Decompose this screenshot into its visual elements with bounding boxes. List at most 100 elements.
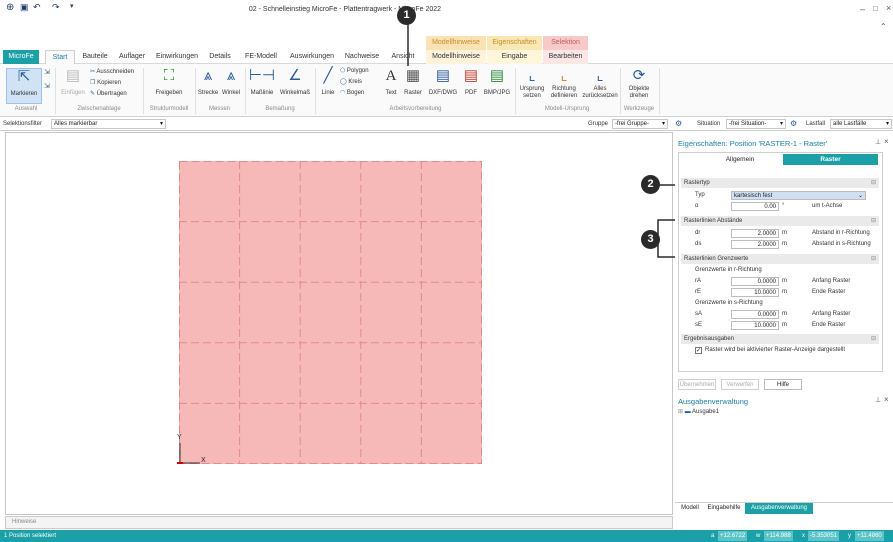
minimize-icon[interactable]: – — [860, 4, 865, 14]
bmp-jpg-button[interactable]: ▤ BMP/JPG — [482, 68, 512, 97]
lastfall-combo[interactable]: alle Lastfälle ▾ — [830, 119, 892, 129]
callout-1-line — [407, 24, 409, 66]
ausschneiden-label: Ausschneiden — [96, 69, 135, 75]
pin-icon[interactable]: ⊥ — [875, 396, 881, 404]
collapse-icon[interactable]: ⊟ — [871, 178, 876, 188]
section-abstaende[interactable]: Rasterlinien Abstände ⊟ — [681, 216, 879, 226]
context-group-modellhinweise: Modellhinweise — [426, 36, 486, 50]
tab-bearbeiten[interactable]: Bearbeiten — [543, 50, 588, 64]
objekte-drehen-label: Objekte drehen — [628, 86, 650, 99]
selektionsfilter-combo[interactable]: Alles markierbar ▾ — [51, 119, 166, 129]
uebernehmen-button[interactable]: Übernehmen — [678, 379, 716, 390]
winkel-button[interactable]: ⩓ Winkel — [220, 68, 242, 97]
tab-modell[interactable]: Modell — [677, 503, 703, 514]
se-label: sE — [695, 322, 703, 328]
close-icon[interactable]: × — [886, 3, 891, 13]
tree-item-ausgabe1[interactable]: ⊞ ▬ Ausgabe1 — [678, 408, 719, 415]
freigeben-button[interactable]: ⛶ Freigeben — [151, 68, 187, 97]
group-label-zwischenablage: Zwischenablage — [77, 106, 121, 112]
tab-eingabehilfe[interactable]: Eingabehilfe — [705, 503, 743, 514]
markieren-label: Markieren — [10, 91, 38, 97]
re-input[interactable]: 10.0000 — [731, 288, 779, 297]
collapse-icon[interactable]: ⊟ — [871, 254, 876, 264]
pdf-label: PDF — [465, 90, 477, 96]
ra-input[interactable]: 0.0000 — [731, 277, 779, 286]
hilfe-button[interactable]: Hilfe — [764, 379, 802, 390]
bogen-button[interactable]: ◠ Bogen — [340, 90, 364, 97]
winkelmass-button[interactable]: ∠ Winkelmaß — [278, 68, 312, 97]
section-ergebnis[interactable]: Ergebnisausgaben ⊟ — [681, 334, 879, 344]
tab-fe-modell[interactable]: FE-Modell — [240, 50, 282, 64]
collapse-icon[interactable]: ⊟ — [871, 334, 876, 344]
ausschneiden-button[interactable]: ✂ Ausschneiden — [90, 69, 134, 76]
pin-icon[interactable]: ⊥ — [875, 138, 881, 146]
objekte-drehen-button[interactable]: ⟳ Objekte drehen — [624, 68, 654, 100]
tab-bauteile[interactable]: Bauteile — [78, 50, 112, 64]
tab-auflager[interactable]: Auflager — [115, 50, 149, 64]
origin-icon: ⌞ — [528, 67, 536, 84]
close-panel-icon[interactable]: × — [884, 395, 889, 404]
se-input[interactable]: 10.0000 — [731, 321, 779, 330]
tab-raster[interactable]: Raster — [783, 154, 878, 165]
select-mode-icon[interactable]: ⇲ — [44, 68, 50, 76]
se-desc: Ende Raster — [812, 322, 846, 328]
uebertragen-button[interactable]: ✎ Übertragen — [90, 91, 127, 98]
alpha-input[interactable]: 0.00 — [731, 202, 779, 211]
tab-details[interactable]: Details — [205, 50, 235, 64]
einfuegen-button[interactable]: ▤ Einfügen — [60, 68, 86, 97]
kreis-button[interactable]: ◯ Kreis — [340, 79, 362, 86]
masslinie-button[interactable]: ⊢⊣ Maßlinie — [248, 68, 276, 97]
zuruecksetzen-button[interactable]: ⌞ Alles zurücksetzen — [582, 68, 618, 100]
tab-start[interactable]: Start — [45, 50, 75, 64]
ursprung-setzen-button[interactable]: ⌞ Ursprung setzen — [517, 68, 547, 100]
re-label: rE — [695, 289, 701, 295]
dxf-button[interactable]: ▤ DXF/DWG — [426, 68, 460, 97]
tab-allgemein[interactable]: Allgemein — [705, 155, 775, 165]
situation-combo[interactable]: -frei Situation- ▾ — [726, 119, 786, 129]
strecke-button[interactable]: ⩓ Strecke — [197, 68, 219, 97]
masslinie-label: Maßlinie — [250, 90, 274, 96]
hinweise-tab[interactable]: Hinweise — [12, 519, 36, 525]
linie-button[interactable]: ╱ Linie — [318, 68, 338, 97]
maximize-icon[interactable]: □ — [873, 4, 878, 13]
tab-ansicht[interactable]: Ansicht — [386, 50, 420, 64]
sa-input[interactable]: 0.0000 — [731, 310, 779, 319]
pdf-button[interactable]: ▤ PDF — [461, 68, 481, 97]
selektionsfilter-label: Selektionsfilter — [3, 121, 43, 127]
tab-auswirkungen[interactable]: Auswirkungen — [287, 50, 337, 64]
raster-area[interactable] — [179, 161, 482, 464]
coord-x-value: -5.353051 — [808, 531, 840, 541]
markieren-button[interactable]: ⇱ Markieren — [6, 68, 42, 104]
verwerfen-button[interactable]: Verwerfen — [721, 379, 759, 390]
ds-input[interactable]: 2.0000 — [731, 240, 779, 249]
richtung-button[interactable]: ⌞ Richtung definieren — [547, 68, 581, 100]
close-panel-icon[interactable]: × — [884, 137, 889, 146]
section-rastertyp[interactable]: Rastertyp ⊟ — [681, 178, 879, 188]
collapse-ribbon-icon[interactable]: ⌃ — [880, 22, 887, 31]
select-mode2-icon[interactable]: ⇲ — [44, 82, 50, 90]
collapse-icon[interactable]: ⊟ — [871, 216, 876, 226]
raster-button[interactable]: ▦ Raster — [402, 68, 424, 97]
section-grenzwerte[interactable]: Rasterlinien Grenzwerte ⊟ — [681, 254, 879, 264]
divider — [315, 68, 316, 114]
tab-einwirkungen[interactable]: Einwirkungen — [153, 50, 201, 64]
group-label-auswahl: Auswahl — [14, 106, 38, 112]
dr-input[interactable]: 2.0000 — [731, 229, 779, 238]
drawing-canvas[interactable]: Y X — [5, 132, 673, 515]
kopieren-button[interactable]: ❐ Kopieren — [90, 80, 121, 87]
group-label-arbeitsvorbereitung: Arbeitsvorbereitung — [389, 106, 442, 112]
text-button[interactable]: A Text — [382, 68, 400, 97]
selektionsfilter-value: Alles markierbar — [54, 121, 98, 127]
raster-display-checkbox[interactable]: ✓ — [695, 347, 702, 354]
polygon-button[interactable]: ⬠ Polygon — [340, 68, 369, 75]
tab-eingabe[interactable]: Eingabe — [487, 50, 542, 64]
tab-modellhinweise[interactable]: Modellhinweise — [426, 50, 486, 64]
tab-microfe[interactable]: MicroFe — [3, 50, 39, 64]
expand-icon[interactable]: ⊞ — [678, 409, 683, 415]
freigeben-label: Freigeben — [155, 90, 183, 96]
typ-select[interactable]: kartesisch fest ⌄ — [731, 191, 866, 200]
chevron-down-icon: ▾ — [779, 121, 783, 127]
gruppe-combo[interactable]: -frei Gruppe- ▾ — [612, 119, 668, 129]
tab-ausgabenverwaltung[interactable]: Ausgabenverwaltung — [745, 503, 813, 514]
tab-nachweise[interactable]: Nachweise — [340, 50, 384, 64]
